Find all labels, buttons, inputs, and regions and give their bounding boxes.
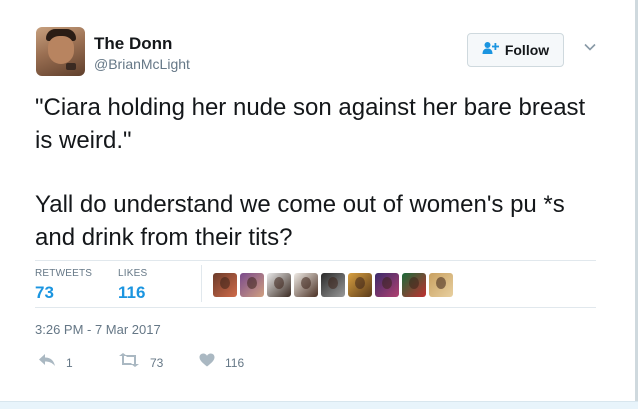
chevron-down-icon[interactable] <box>583 40 597 54</box>
tweet-timestamp[interactable]: 3:26 PM - 7 Mar 2017 <box>35 322 161 337</box>
author-display-name[interactable]: The Donn <box>94 34 172 54</box>
reply-icon <box>38 353 56 372</box>
add-person-icon <box>482 41 499 60</box>
liker-avatar[interactable] <box>321 273 345 297</box>
follow-button[interactable]: Follow <box>467 33 564 67</box>
retweets-label: RETWEETS <box>35 268 93 279</box>
next-tweet-strip <box>0 401 638 409</box>
author-avatar[interactable] <box>36 27 85 76</box>
reply-count: 1 <box>66 355 73 370</box>
stats-divider-bottom <box>35 307 596 308</box>
liker-avatar[interactable] <box>429 273 453 297</box>
retweet-button[interactable]: 73 <box>118 353 163 372</box>
liker-avatar[interactable] <box>294 273 318 297</box>
liker-avatar[interactable] <box>348 273 372 297</box>
likes-label: LIKES <box>118 268 148 279</box>
liker-avatar[interactable] <box>402 273 426 297</box>
liker-avatar[interactable] <box>375 273 399 297</box>
retweets-count[interactable]: 73 <box>35 283 54 303</box>
author-handle[interactable]: @BrianMcLight <box>94 56 190 72</box>
follow-button-label: Follow <box>504 42 550 58</box>
liker-avatar[interactable] <box>213 273 237 297</box>
stats-vertical-divider <box>201 265 202 302</box>
liker-avatars <box>213 273 453 297</box>
like-button[interactable]: 116 <box>199 353 244 372</box>
liker-avatar[interactable] <box>240 273 264 297</box>
retweet-count: 73 <box>150 355 164 370</box>
likes-count[interactable]: 116 <box>118 283 145 303</box>
tweet-text-paragraph-1: "Ciara holding her nude son against her … <box>35 94 586 154</box>
like-count: 116 <box>225 355 245 370</box>
reply-button[interactable]: 1 <box>38 353 73 372</box>
tweet-text: "Ciara holding her nude son against her … <box>35 91 595 254</box>
tweet-text-paragraph-2: Yall do understand we come out of women'… <box>35 191 565 251</box>
retweet-icon <box>118 353 140 372</box>
stats-divider-top <box>35 260 596 261</box>
liker-avatar[interactable] <box>267 273 291 297</box>
heart-icon <box>199 353 215 372</box>
